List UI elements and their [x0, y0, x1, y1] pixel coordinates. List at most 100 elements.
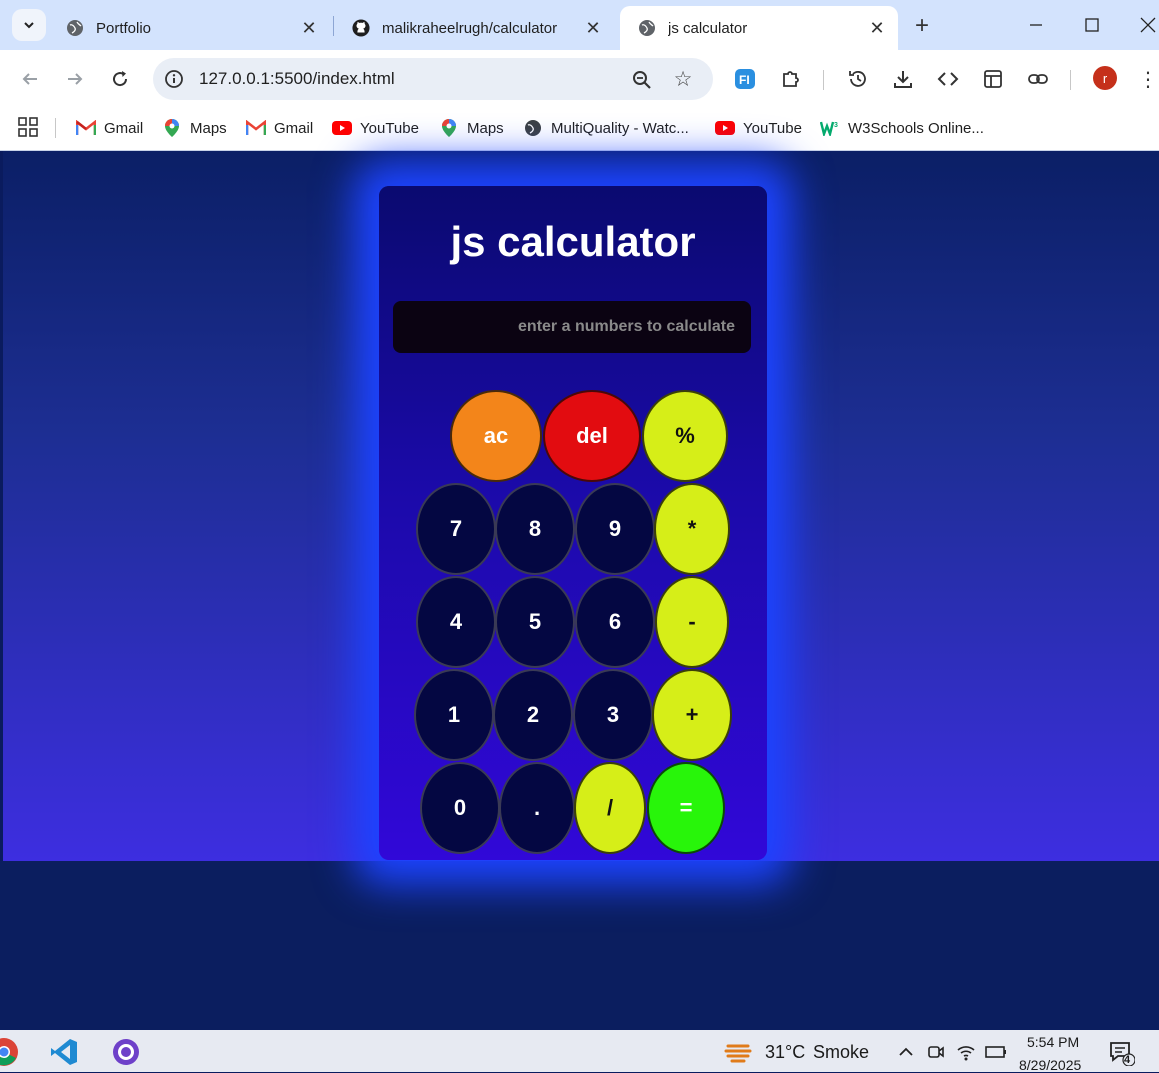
- site-info-icon[interactable]: [163, 68, 185, 90]
- bookmark-maps[interactable]: Maps: [162, 114, 227, 142]
- calculator-display[interactable]: [393, 301, 751, 353]
- percent-button[interactable]: %: [642, 390, 728, 482]
- tab-search-button[interactable]: [12, 9, 46, 41]
- code-icon[interactable]: [935, 66, 961, 92]
- maps-pin-icon: [162, 118, 182, 138]
- divide-button[interactable]: /: [574, 762, 646, 854]
- bookmark-label: Maps: [190, 119, 227, 137]
- youtube-icon: [715, 118, 735, 138]
- bookmark-youtube[interactable]: YouTube: [332, 114, 419, 142]
- zoom-icon[interactable]: [631, 69, 653, 91]
- reading-mode-icon[interactable]: [980, 66, 1006, 92]
- key-6[interactable]: 6: [575, 576, 655, 668]
- globe-icon: [66, 19, 84, 37]
- tab-js-calculator[interactable]: js calculator ✕: [620, 6, 898, 50]
- back-button[interactable]: [15, 64, 45, 94]
- calculator-title: js calculator: [450, 218, 696, 265]
- page-lower-background: [0, 861, 1159, 1030]
- svg-text:FI: FI: [739, 73, 750, 87]
- reload-button[interactable]: [105, 64, 135, 94]
- decimal-button[interactable]: .: [499, 762, 575, 854]
- apps-grid-icon[interactable]: [18, 117, 38, 137]
- bookmark-divider: [55, 118, 56, 138]
- key-8[interactable]: 8: [495, 483, 575, 575]
- meet-icon[interactable]: [920, 1036, 952, 1068]
- toolbar-divider: [823, 70, 824, 90]
- github-desktop-icon[interactable]: [110, 1036, 142, 1068]
- bookmark-label: Maps: [467, 119, 504, 137]
- profile-avatar[interactable]: r: [1093, 66, 1117, 90]
- clock-date[interactable]: 8/29/2025: [1019, 1057, 1081, 1073]
- bookmark-w3schools[interactable]: 3 W3Schools Online...: [820, 114, 984, 142]
- bookmark-label: W3Schools Online...: [848, 119, 984, 137]
- minus-button[interactable]: -: [655, 576, 729, 668]
- display-input[interactable]: [393, 301, 751, 353]
- tab-strip: Portfolio ✕ malikraheelrugh/calculator ✕…: [0, 0, 1159, 50]
- close-icon[interactable]: ✕: [582, 17, 604, 39]
- arrow-left-icon: [22, 73, 37, 85]
- github-icon: [352, 19, 370, 37]
- vscode-icon[interactable]: [48, 1036, 80, 1068]
- bookmark-label: Gmail: [104, 119, 144, 137]
- bookmarks-bar: Gmail Maps Gmail YouTube Maps MultiQuali…: [0, 108, 1159, 151]
- equals-button[interactable]: =: [647, 762, 725, 854]
- weather-temperature: 31°C: [765, 1042, 806, 1062]
- youtube-icon: [332, 118, 352, 138]
- extension-fi-icon[interactable]: FI: [732, 66, 758, 92]
- chevron-up-icon[interactable]: [890, 1036, 922, 1068]
- key-9[interactable]: 9: [575, 483, 655, 575]
- key-1[interactable]: 1: [414, 669, 494, 761]
- battery-icon[interactable]: [980, 1036, 1012, 1068]
- key-5[interactable]: 5: [495, 576, 575, 668]
- close-icon: [1140, 17, 1156, 33]
- gmail-icon: [76, 118, 96, 138]
- calculator: js calculator ac del % 7 8 9 * 4 5 6 - 1…: [379, 186, 767, 860]
- plus-button[interactable]: +: [652, 669, 732, 761]
- bookmark-star-icon[interactable]: ☆: [671, 67, 695, 91]
- bookmark-label: Gmail: [274, 119, 314, 137]
- more-menu-icon[interactable]: ⋮: [1138, 66, 1158, 92]
- multiply-button[interactable]: *: [654, 483, 730, 575]
- bookmark-multiquality[interactable]: MultiQuality - Watc...: [523, 114, 689, 142]
- delete-button[interactable]: del: [543, 390, 641, 482]
- arrow-right-icon: [68, 73, 83, 85]
- bookmark-gmail[interactable]: Gmail: [246, 114, 313, 142]
- ac-button[interactable]: ac: [450, 390, 542, 482]
- tab-title: malikraheelrugh/calculator: [382, 19, 558, 37]
- forward-button[interactable]: [60, 64, 90, 94]
- tab-portfolio[interactable]: Portfolio ✕: [48, 6, 330, 50]
- bookmark-label: YouTube: [360, 119, 419, 137]
- bookmark-gmail[interactable]: Gmail: [76, 114, 143, 142]
- browser-toolbar: 127.0.0.1:5500/index.html ☆ FI r ⋮: [0, 50, 1159, 108]
- key-4[interactable]: 4: [416, 576, 496, 668]
- key-0[interactable]: 0: [420, 762, 500, 854]
- key-3[interactable]: 3: [573, 669, 653, 761]
- minimize-button[interactable]: [1016, 10, 1056, 40]
- taskbar: 31°C Smoke 5:54 PM 8/29/2025 4: [0, 1030, 1159, 1073]
- notification-icon[interactable]: [1105, 1036, 1137, 1068]
- weather-smoke-icon[interactable]: [723, 1036, 755, 1068]
- wifi-icon[interactable]: [950, 1036, 982, 1068]
- address-bar[interactable]: 127.0.0.1:5500/index.html ☆: [153, 58, 713, 100]
- window-close-button[interactable]: [1128, 10, 1159, 40]
- key-2[interactable]: 2: [493, 669, 573, 761]
- history-icon[interactable]: [845, 66, 871, 92]
- download-icon[interactable]: [890, 66, 916, 92]
- close-icon[interactable]: ✕: [298, 17, 320, 39]
- bookmark-youtube[interactable]: YouTube: [715, 114, 802, 142]
- maximize-button[interactable]: [1072, 10, 1112, 40]
- toolbar-divider: [1070, 70, 1071, 90]
- close-icon[interactable]: ✕: [866, 17, 888, 39]
- key-7[interactable]: 7: [416, 483, 496, 575]
- new-tab-button[interactable]: +: [908, 12, 936, 40]
- link-icon[interactable]: [1025, 66, 1051, 92]
- notification-count: 4: [1124, 1054, 1131, 1066]
- clock-time[interactable]: 5:54 PM: [1027, 1034, 1079, 1050]
- url-text: 127.0.0.1:5500/index.html: [199, 69, 395, 88]
- chrome-icon[interactable]: [0, 1036, 20, 1068]
- minimize-icon: [1030, 24, 1042, 26]
- extensions-puzzle-icon[interactable]: [778, 66, 804, 92]
- globe-icon: [638, 19, 656, 37]
- bookmark-maps[interactable]: Maps: [439, 114, 504, 142]
- tab-github[interactable]: malikraheelrugh/calculator ✕: [334, 6, 614, 50]
